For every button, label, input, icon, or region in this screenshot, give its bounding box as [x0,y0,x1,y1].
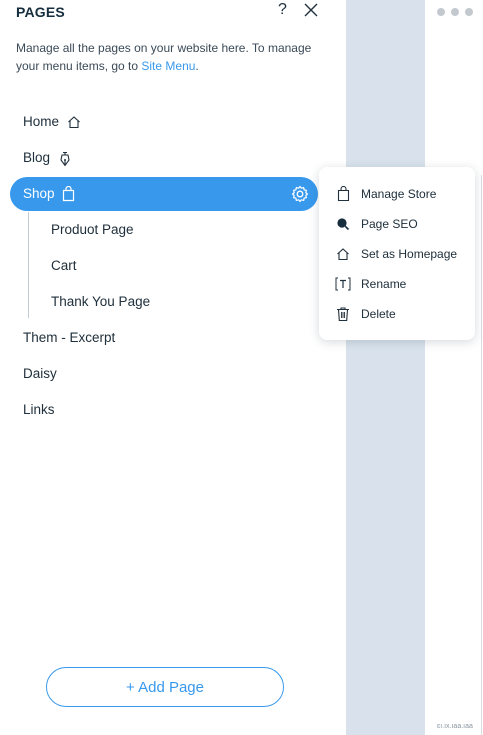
page-item-label: Them - Excerpt [23,330,116,345]
menu-item-delete[interactable]: Delete [333,304,396,324]
trash-icon [333,305,353,323]
shopping-bag-icon [333,185,353,203]
pen-icon [58,151,72,167]
subpage-tree-line [28,212,29,318]
page-item-them-excerpt[interactable]: Them - Excerpt [23,327,115,349]
close-button[interactable] [303,1,319,19]
panel-title: PAGES [16,4,65,20]
menu-item-label: Delete [361,307,396,321]
menu-item-set-homepage[interactable]: Set as Homepage [333,244,457,264]
page-item-label: Thank You Page [51,294,151,309]
page-item-label: Cart [51,258,77,273]
panel-divider [481,175,482,735]
help-button[interactable]: ? [278,1,287,19]
page-item-label: Produot Page [51,222,134,237]
menu-item-label: Page SEO [361,217,418,231]
page-item-shop[interactable]: Shop [10,177,318,211]
menu-item-label: Rename [361,277,407,291]
add-page-button[interactable]: + Add Page [46,667,284,707]
text-icon [333,275,353,293]
page-item-home[interactable]: Home [23,111,81,133]
pages-panel: PAGES ? Manage all the pages on your web… [0,0,346,735]
menu-item-manage-store[interactable]: Manage Store [333,184,436,204]
gear-icon[interactable] [291,185,309,208]
page-item-label: Links [23,402,55,417]
home-icon [333,245,353,263]
page-item-label: Blog [23,150,51,165]
home-icon [67,115,81,129]
search-icon [333,215,353,233]
menu-item-rename[interactable]: Rename [333,274,406,294]
page-item-thank-you[interactable]: Thank You Page [51,291,150,313]
editor-canvas [346,0,425,735]
site-menu-link[interactable]: Site Menu [141,59,195,73]
page-item-label: Daisy [23,366,57,381]
page-item-cart[interactable]: Cart [51,255,77,277]
page-item-label: Home [23,114,60,129]
page-item-daisy[interactable]: Daisy [23,363,57,385]
page-item-label: Shop [23,186,55,201]
page-item-blog[interactable]: Blog [23,147,72,169]
description-suffix: . [195,59,199,73]
corner-label: ɛı.ıx.ıaa.ıaa [437,723,473,730]
menu-item-page-seo[interactable]: Page SEO [333,214,418,234]
more-options-icon[interactable] [437,8,473,16]
close-icon [304,3,318,17]
page-item-product-page[interactable]: Produot Page [51,219,134,241]
panel-description: Manage all the pages on your website her… [16,39,326,75]
menu-item-label: Set as Homepage [361,247,458,261]
editor-right-panel [425,0,483,735]
shopping-bag-icon [62,185,75,207]
page-item-links[interactable]: Links [23,399,55,421]
page-settings-menu: Manage Store Page SEO Set as Homepage Re… [319,167,475,340]
menu-item-label: Manage Store [361,187,437,201]
